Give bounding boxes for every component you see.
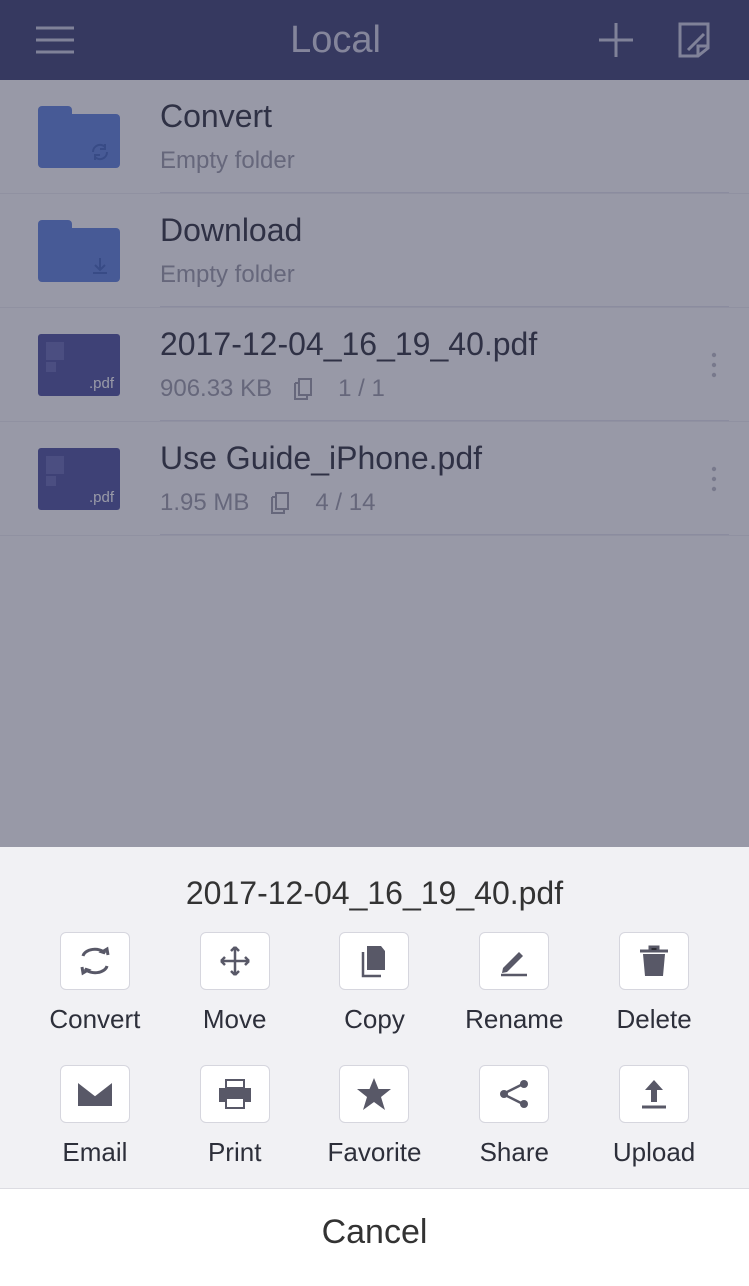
- share-action[interactable]: Share: [449, 1065, 579, 1168]
- action-label: Move: [203, 1004, 267, 1035]
- upload-action[interactable]: Upload: [589, 1065, 719, 1168]
- action-label: Favorite: [328, 1137, 422, 1168]
- action-sheet: 2017-12-04_16_19_40.pdf Convert Move Cop…: [0, 847, 749, 1286]
- favorite-action[interactable]: Favorite: [309, 1065, 439, 1168]
- star-icon: [357, 1078, 391, 1110]
- move-action[interactable]: Move: [170, 932, 300, 1035]
- copy-action[interactable]: Copy: [309, 932, 439, 1035]
- convert-action[interactable]: Convert: [30, 932, 160, 1035]
- print-action[interactable]: Print: [170, 1065, 300, 1168]
- rename-action[interactable]: Rename: [449, 932, 579, 1035]
- upload-icon: [639, 1078, 669, 1110]
- email-icon: [77, 1081, 113, 1107]
- action-label: Rename: [465, 1004, 563, 1035]
- action-label: Email: [62, 1137, 127, 1168]
- action-label: Share: [480, 1137, 549, 1168]
- action-label: Upload: [613, 1137, 695, 1168]
- trash-icon: [639, 944, 669, 978]
- share-icon: [498, 1078, 530, 1110]
- sheet-title: 2017-12-04_16_19_40.pdf: [0, 847, 749, 922]
- delete-action[interactable]: Delete: [589, 932, 719, 1035]
- action-label: Copy: [344, 1004, 405, 1035]
- action-label: Delete: [617, 1004, 692, 1035]
- move-icon: [218, 944, 252, 978]
- copy-icon: [357, 944, 391, 978]
- rename-icon: [497, 944, 531, 978]
- print-icon: [217, 1078, 253, 1110]
- action-label: Convert: [49, 1004, 140, 1035]
- convert-icon: [78, 946, 112, 976]
- email-action[interactable]: Email: [30, 1065, 160, 1168]
- cancel-button[interactable]: Cancel: [0, 1188, 749, 1286]
- action-label: Print: [208, 1137, 261, 1168]
